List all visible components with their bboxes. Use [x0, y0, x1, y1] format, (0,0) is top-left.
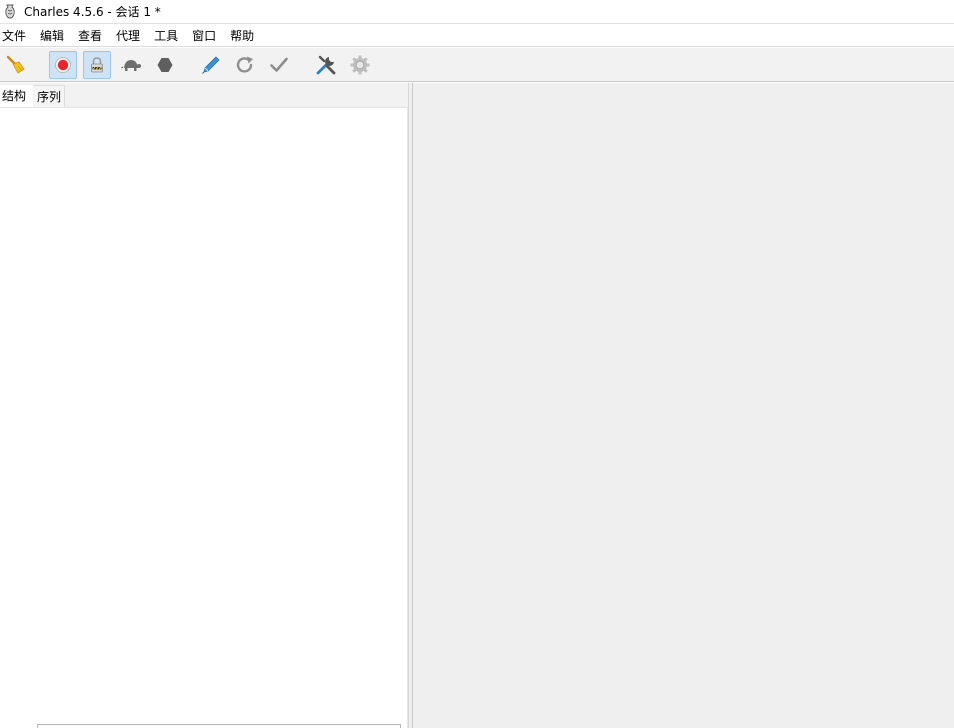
- settings-button[interactable]: [346, 51, 374, 79]
- record-icon: [53, 55, 73, 75]
- structure-tree[interactable]: [0, 108, 408, 728]
- validate-button[interactable]: [265, 51, 293, 79]
- compose-button[interactable]: [197, 51, 225, 79]
- title-bar: Charles 4.5.6 - 会话 1 *: [0, 0, 954, 24]
- stop-hexagon-icon: [155, 55, 175, 75]
- tools-button[interactable]: [312, 51, 340, 79]
- clear-session-button[interactable]: [2, 51, 30, 79]
- toolbar: [0, 48, 954, 82]
- tools-icon: [315, 54, 337, 76]
- menu-bar: 文件 编辑 查看 代理 工具 窗口 帮助: [0, 25, 954, 47]
- filter-input[interactable]: [37, 724, 401, 728]
- menu-file[interactable]: 文件: [0, 25, 32, 47]
- menu-window[interactable]: 窗口: [189, 25, 222, 47]
- charles-window: Charles 4.5.6 - 会话 1 * 文件 编辑 查看 代理 工具 窗口…: [0, 0, 954, 728]
- tab-sequence[interactable]: 序列: [34, 85, 65, 107]
- repeat-icon: [234, 54, 256, 76]
- repeat-button[interactable]: [231, 51, 259, 79]
- window-title: Charles 4.5.6 - 会话 1 *: [24, 5, 161, 19]
- charles-vase-icon: [4, 4, 18, 20]
- settings-gear-icon: [349, 54, 371, 76]
- menu-tools[interactable]: 工具: [151, 25, 184, 47]
- breakpoints-button[interactable]: [151, 51, 179, 79]
- throttle-button[interactable]: [117, 51, 145, 79]
- detail-pane: [413, 83, 954, 728]
- session-navigator-pane: 结构 序列: [0, 83, 412, 728]
- menu-view[interactable]: 查看: [75, 25, 108, 47]
- menu-proxy[interactable]: 代理: [113, 25, 146, 47]
- broom-clear-icon: [5, 54, 27, 76]
- menu-edit[interactable]: 编辑: [37, 25, 70, 47]
- ssl-proxying-button[interactable]: [83, 51, 111, 79]
- turtle-throttle-icon: [120, 55, 142, 75]
- ssl-lock-icon: [87, 55, 107, 75]
- validate-check-icon: [268, 54, 290, 76]
- tab-structure[interactable]: 结构: [0, 85, 33, 107]
- view-tab-bar: 结构 序列: [0, 83, 408, 108]
- record-button[interactable]: [49, 51, 77, 79]
- menu-help[interactable]: 帮助: [227, 25, 260, 47]
- compose-pen-icon: [200, 54, 222, 76]
